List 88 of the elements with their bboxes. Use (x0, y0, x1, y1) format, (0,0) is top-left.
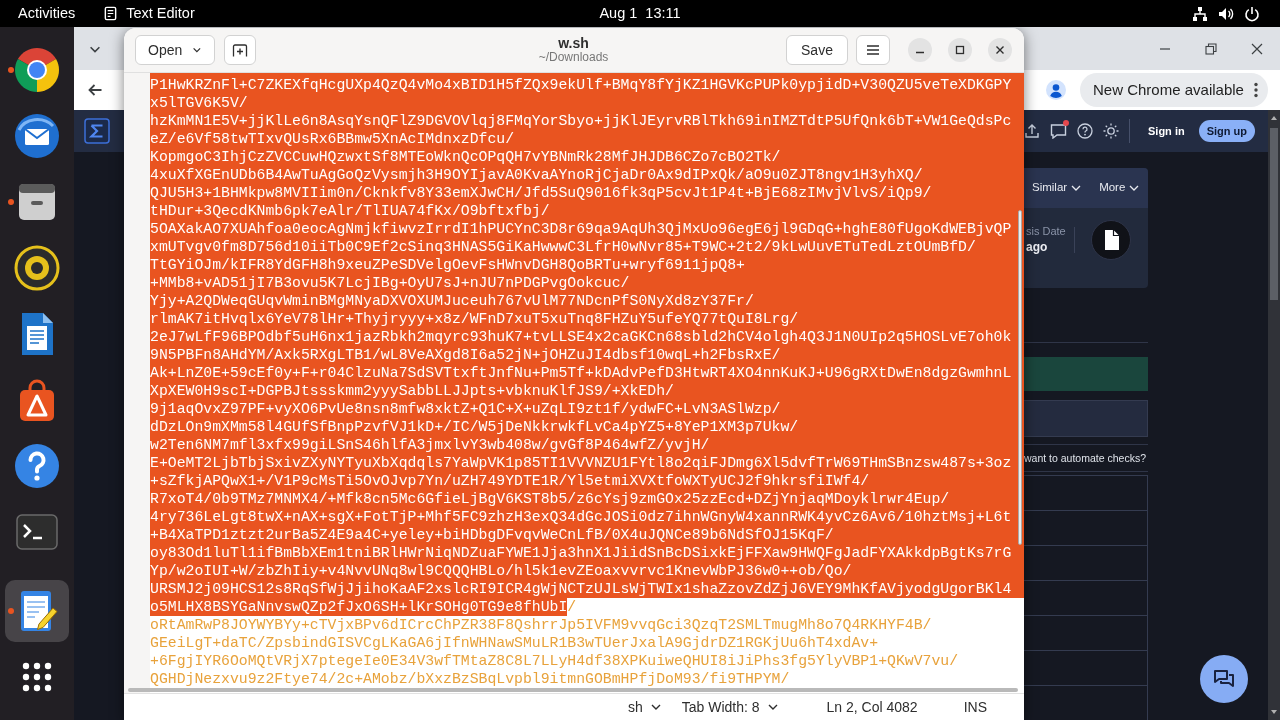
back-arrow-icon (87, 82, 103, 98)
selected-text: TtGYiOJm/kIFR8YdGFH8h9xeuZPeSDVelgOevFsHWnvDGH8QoBRTu+wryf6911jpQ8+ (150, 256, 1024, 274)
code-text: +6FgjIYR6OoMQtVRjX7ptegeIe0E34V3wfTMtaZ8C8L7LLyH4df38XPKuiweQHUI8iJiPhs3fg5YlyVBP1+QKwV7vu/ (150, 652, 959, 670)
sign-in-link[interactable]: Sign in (1148, 122, 1185, 140)
selected-text: 9N5PBFn8AHdYM/Axk5RXgLTB1/wL8VeAXgd8I6a52jN+jOHZuJI4dbsf10wqL+h2FbsRxE/ (150, 346, 1024, 364)
selected-text: dDzLOn9mXMm58l4GUfSfBnpPzvfVJ1kD+/IC/W5jDeNkkrwkfLvCa4pYZ5+8YeP1XM3p7Ukw/ (150, 418, 1024, 436)
selected-text: URSMJ2j09HCS12s8RqSfWjJjihoKaAF2xslcRI9ICR4gWjNCTzUJLsWjTWIx1shaZzovZdZjJ6VEY9MhKfAVjyodgUgorBKl4 (150, 580, 1024, 598)
selected-text: 2eJ7wLfF96BPOdbf5uH6nx1jazRbkh2mqyrc93huK7+tvLLSE4x2caGKCn68sbld2hCV4olgh4Q3J1N0UIp2q5HOSLvE7oh0k (150, 328, 1024, 346)
dropdown-button[interactable]: More (1097, 179, 1142, 197)
selected-text: +B4XaTPD1ztzt2urBa5Z4E9a4C+yeley+biHDbgDFvqvWeCnLfB/0X4uJQNCe89b6NdSfOJ15KqF/ (150, 526, 1024, 544)
selected-text: 9j1aqOvxZ97PF+vyXO6PvUe8nsn8mfw8xktZ+Q1C+X+uZqLI9zt1f/ydwFC+LvN3ASlWzp/ (150, 400, 1024, 418)
language-dropdown[interactable]: sh (625, 696, 664, 718)
browser-icon (13, 46, 61, 94)
speaker-icon (13, 244, 61, 292)
app-menu-button[interactable]: Text Editor (95, 1, 203, 26)
selected-text: QJU5H3+1BHMkpw8MVIIim0n/Cknkfv8Y33emXJwCH/Jfd5SuQ9016fk3qP5cvJt1P4t+BjE68zIMvjVlvS/iQp9/ (150, 184, 1024, 202)
selected-text: tHDur+3QecdKNmb6pk7eAlr/TlIUA74fKx/O9bftxfbj/ (150, 202, 1024, 220)
selected-text: +sZfkjAPQwX1+/V1P9cMsTi5OvOJvp7Yn/uZH749YDTE1R/Yl5etmiXVXtfoWXTyUCJ2f9hkrsfiIWf4/ (150, 472, 1024, 490)
horizontal-scrollbar-thumb[interactable] (128, 688, 1018, 692)
code-text: QGHDjNezxvu9z2Ftye74/2c+AMobz/bXxzBzSBqLvpbl9itmnGOBmHPfjDoM93/fi9THPYM/ (150, 670, 790, 688)
selected-text: E+OeMT2LjbTbjSxivZXyNYTyuXbXqdqls7YaWpVK1p85TI1VVVNZU1FYtl8o2qiFJDmg6Xl5dvfTrW69THmSBnzsw487s+3oz (150, 454, 1024, 472)
selected-text: rlmAK7itHvqlx6YeV78lHr+Thyjryyy+x8z/WFnD7xuT5xuTnq8FHZuY5ufeYQ77tQuI8Lrg/ (150, 310, 1024, 328)
chat-button[interactable] (1200, 655, 1248, 703)
notification-dot-icon (1063, 120, 1069, 126)
scrollbar-thumb[interactable] (1018, 210, 1022, 545)
maximize-icon (955, 45, 965, 55)
more-icon (1254, 82, 1258, 98)
selected-text: P1HwKRZnFl+C7ZKEXfqHcgUXp4QzQ4vMo4xBID1H5fZQx9ekUlf+BMqY8fYjKZ1HGVKcPUPk0ypjidD+V30QZU5veTeXDKGPY (150, 76, 1024, 94)
open-button[interactable]: Open (135, 35, 215, 65)
chevron-down-icon (1071, 183, 1082, 193)
maximize-button[interactable] (948, 38, 972, 62)
cursor-position-button[interactable]: Ln 2, Col 4082 (824, 696, 920, 718)
save-button[interactable]: Save (786, 35, 848, 65)
selected-text: xmUTvgv0fm8D756d10iiTb0C9Ef2cSinq3HNAS5GiKaHwwwC3LfrH0wNvr85+T9WC+2t2/9kLwUuvETuTedLztOUmBfD/ (150, 238, 1024, 256)
selected-text: hzKmMN1E5V+jjKlLe6n8AsqYsnQFlZ9DGVOVlqj8FMqYorSbyo+jjKlJEyrvRBlTkh69inIMZTdtP5UfQnk6bT+VW1GeQdsPc (150, 112, 1024, 130)
selected-text: x5lTGV6K5V/ (150, 94, 1024, 112)
selected-text: oy83Od1luTl1ifBmBbXEm1tniBRlHWrNiqNDZuaFYWE1Jja3hnX1JiidSnBcDSixkEjFFXaw9HWQFgJadFYXAkkdpBgtKs7rG (150, 544, 1024, 562)
update-button[interactable]: New Chrome available (1080, 73, 1268, 107)
person-icon (1046, 80, 1066, 100)
add-tab-icon (232, 42, 248, 58)
selected-text: w2Ten6NM7mfl3xfx99giLSnS46hlfA3jmxlvY3wb408w/gvGf8P464wfZ/yvjH/ (150, 436, 1024, 454)
insert-mode-label: INS (963, 697, 987, 717)
help-icon (13, 442, 61, 490)
selected-text: eZ/e6Vf58twTIxvQUsRx6BBmw5XnAcIMdnxzDfcu/ (150, 130, 1024, 148)
window-subtitle: ~/Downloads (538, 51, 609, 65)
selected-text: Yp/w2oIUI+W/zbZhIiy+v4NvvUNq8wl9CQQQHBLo/hl5k1evZEoaxvvrvc1KnevWbPJ36w0++ob/Qo/ (150, 562, 1024, 580)
profile-button[interactable] (1046, 80, 1066, 100)
selected-text: o5MLHX8BSYGaNnvswQZp2fJxO6SH+lKrSOHg0TG9e8fhUbI (150, 598, 568, 616)
selected-text: Ak+LnZ0E+59cEf0y+F+r04ClzuNa7SdSVTtxftJnfNu+Pm5Tf+kDAdvPefD3HtwRT4XO4nnKuKJ+U96gRXtDwEn8dgzGwmhnL (150, 364, 1024, 382)
dropdown-button[interactable]: Similar (1030, 179, 1084, 197)
feedback-icon[interactable] (1050, 123, 1067, 139)
theme-sun-icon[interactable] (1103, 123, 1119, 139)
sign-up-button[interactable]: Sign up (1198, 120, 1255, 142)
upload-icon[interactable] (1024, 123, 1040, 139)
menu-icon (865, 42, 881, 58)
selected-text: KopmgoC3IhjCzZVCCuwHQzwxtSf8MTEoWknQcOPqQH7vYBNmRk28MfJHJDB6CZo7cBO2Tk/ (150, 148, 1024, 166)
help-icon[interactable] (1077, 123, 1093, 139)
selected-text: R7xoT4/0b9TMz7MNMX4/+Mfk8cn5Mc6GfieLjBgV6KST8b5/z6cYsj9zmGOx25zzEcd+DZjYnjaqMDoyklrwr4Eup/ (150, 490, 1024, 508)
logo-icon (84, 118, 110, 144)
text-editor-icon (103, 6, 119, 21)
date-value: ago (1026, 239, 1049, 256)
prompt-text: want to automate checks? (1024, 451, 1147, 466)
window-title: w.sh (558, 35, 589, 52)
restore-icon (1205, 42, 1217, 55)
activities-button[interactable]: Activities (10, 1, 84, 26)
file-icon (1091, 220, 1131, 260)
close-icon (995, 45, 1005, 55)
apps-grid-icon (22, 662, 52, 692)
code-text: / (567, 598, 577, 616)
selected-text: 4xuXfXGEnUDb6B4AwTuAgGoQzVysmjh3H9OYIjavA0KvaAYnoRjCjaDr0Ax9dIPxQk/aO9u0ZJT8ngv1H3yhXQ/ (150, 166, 1024, 184)
dock-item[interactable] (5, 580, 69, 642)
menu-button[interactable] (856, 35, 890, 65)
chevron-down-icon (1129, 183, 1140, 193)
selected-text: XpXEW0H9scI+DGPBJtssskmm2yyySabbLLJJpts+vbknuKlfJS9/+XkEDh/ (150, 382, 1024, 400)
close-icon (1251, 42, 1263, 55)
tab-width-dropdown[interactable]: Tab Width: 8 (679, 696, 781, 718)
network-icon (1192, 5, 1208, 22)
selected-text: 4ry736LeLgt8twX+nAX+sgX+FotTjP+Mhf5FC9zhzH3exQ34dGcJOSi0dz7ihnWGnyW4xannRWK4yvCz6Av6/10hztMsj+L6t (150, 508, 1024, 526)
new-tab-button[interactable] (224, 35, 256, 65)
code-text: oRtAmRwP8JOYWYBYy+cTVjxBPv6dICrcChPZR38F8QshrrJp5IVFM9vvqGci3QzqT2SMLTmugMh8o7Q4RKHYF4B/ (150, 616, 932, 634)
clock-button[interactable]: Aug 1 13:11 (591, 1, 689, 26)
selected-text: +MMb8+vAD51jI7B3ovu5K7LcjIBg+OyU7sJ+nJU7nPDGPvgOokcuc/ (150, 274, 1024, 292)
power-icon (1244, 5, 1260, 22)
selected-text: 5OAXakAO7XUAhfoa0eocAgNmjkfiwvzIrrdI1hPUCYnC3D8r69qa9AqUh3QjMxUo96egE6jl9GDqG+hghE80fUgoKdWEBjvQP (150, 220, 1024, 238)
close-button[interactable] (988, 38, 1012, 62)
code-text: GEeiLgT+daTC/ZpsbindGISVCgLKaGA6jIfnWHNawSMuLR1B3wTUerJxalA9GjdrDZ1RGKjUu6hT4xdAv+ (150, 634, 879, 652)
mail-icon (13, 112, 61, 160)
selected-text: Yjy+A2QDWeqGUqvWminBMgMNyaDXVOXUMJuceuh767vUlM77NDcnPfS0NyXd8zY37Fr/ (150, 292, 1024, 310)
